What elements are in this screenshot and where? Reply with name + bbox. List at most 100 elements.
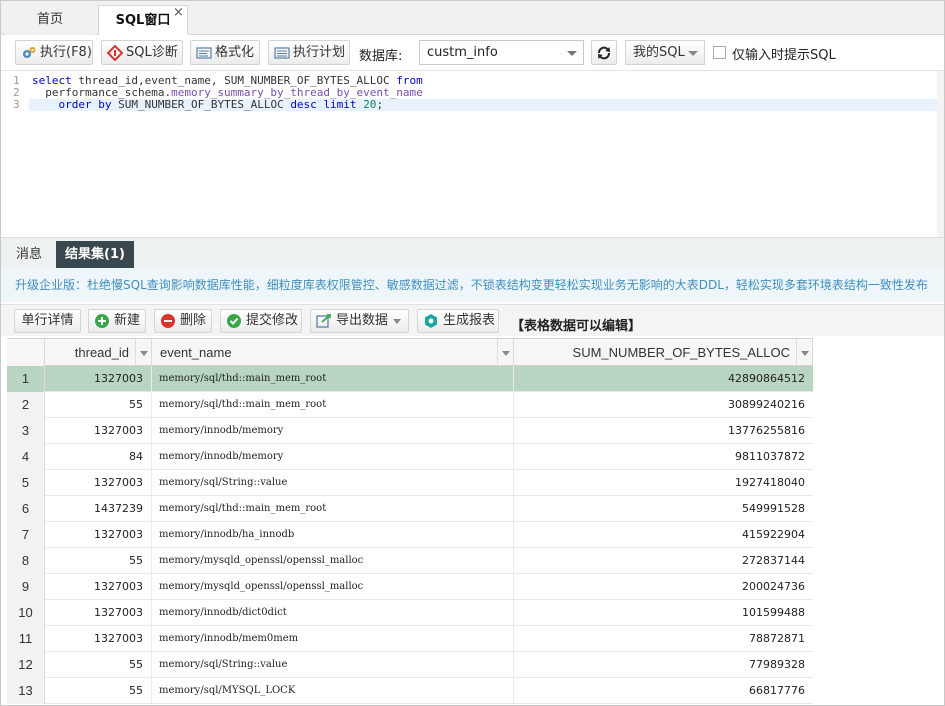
- submit-changes-button[interactable]: 提交修改: [220, 309, 302, 333]
- cell-sum-bytes[interactable]: 13776255816: [514, 418, 813, 444]
- cell-sum-bytes[interactable]: 77989328: [514, 652, 813, 678]
- table-row[interactable]: 6 1437239 memory/sql/thd::main_mem_root 549…: [7, 496, 813, 522]
- cell-thread-id[interactable]: 55: [45, 678, 152, 704]
- sql-editor[interactable]: 1 2 3 select thread_id,event_name, SUM_N…: [1, 70, 944, 237]
- cell-sum-bytes[interactable]: 101599488: [514, 600, 813, 626]
- cell-sum-bytes[interactable]: 415922904: [514, 522, 813, 548]
- line-number: 3: [13, 98, 20, 111]
- result-grid: thread_id event_name SUM_NUMBER_OF_BYTES…: [7, 338, 944, 705]
- cell-thread-id[interactable]: 1327003: [45, 418, 152, 444]
- table-row[interactable]: 3 1327003 memory/innodb/memory 13776255816: [7, 418, 813, 444]
- cell-thread-id[interactable]: 1327003: [45, 522, 152, 548]
- delete-row-button[interactable]: 删除: [154, 309, 212, 333]
- cell-sum-bytes[interactable]: 1927418040: [514, 470, 813, 496]
- tab-resultset[interactable]: 结果集(1): [56, 241, 134, 269]
- row-detail-button[interactable]: 单行详情: [14, 309, 81, 333]
- hint-only-label: 仅输入时提示SQL: [732, 48, 836, 63]
- column-header-label: SUM_NUMBER_OF_BYTES_ALLOC: [572, 345, 790, 360]
- chevron-down-icon: [688, 51, 698, 56]
- cell-sum-bytes[interactable]: 549991528: [514, 496, 813, 522]
- table-row[interactable]: 13 55 memory/sql/MYSQL_LOCK 66817776: [7, 678, 813, 704]
- sql-diagnose-button[interactable]: SQL诊断: [101, 40, 183, 65]
- cell-thread-id[interactable]: 55: [45, 652, 152, 678]
- cell-thread-id[interactable]: 1327003: [45, 600, 152, 626]
- table-row[interactable]: 5 1327003 memory/sql/String::value 19274180…: [7, 470, 813, 496]
- cell-event-name[interactable]: memory/innodb/memory: [152, 444, 514, 470]
- tab-home[interactable]: 首页: [5, 5, 95, 35]
- cell-event-name[interactable]: memory/innodb/mem0mem: [152, 626, 514, 652]
- my-sql-dropdown[interactable]: 我的SQL: [625, 40, 705, 65]
- cell-sum-bytes[interactable]: 66817776: [514, 678, 813, 704]
- cell-event-name[interactable]: memory/sql/MYSQL_LOCK: [152, 678, 514, 704]
- cell-thread-id[interactable]: 84: [45, 444, 152, 470]
- cell-event-name[interactable]: memory/mysqld_openssl/openssl_malloc: [152, 548, 514, 574]
- cell-event-name[interactable]: memory/innodb/dict0dict: [152, 600, 514, 626]
- cell-thread-id[interactable]: 1327003: [45, 626, 152, 652]
- submit-changes-label: 提交修改: [246, 313, 299, 328]
- database-select[interactable]: custm_info: [419, 40, 584, 65]
- cell-sum-bytes[interactable]: 9811037872: [514, 444, 813, 470]
- line-number-gutter: 1 2 3: [1, 71, 29, 237]
- cell-event-name[interactable]: memory/mysqld_openssl/openssl_malloc: [152, 574, 514, 600]
- row-number: 12: [7, 652, 45, 678]
- execute-button[interactable]: 执行(F8): [15, 40, 93, 65]
- column-menu-icon[interactable]: [497, 339, 513, 366]
- table-row[interactable]: 10 1327003 memory/innodb/dict0dict 10159948…: [7, 600, 813, 626]
- database-label: 数据库:: [359, 49, 403, 64]
- grid-header: thread_id event_name SUM_NUMBER_OF_BYTES…: [7, 338, 813, 366]
- cell-event-name[interactable]: memory/sql/String::value: [152, 652, 514, 678]
- column-header-event-name[interactable]: event_name: [152, 339, 514, 366]
- cell-thread-id[interactable]: 55: [45, 392, 152, 418]
- format-label: 格式化: [215, 45, 255, 60]
- execution-plan-button[interactable]: 执行计划: [268, 40, 350, 65]
- cell-thread-id[interactable]: 1327003: [45, 366, 152, 392]
- cell-thread-id[interactable]: 1327003: [45, 470, 152, 496]
- table-row[interactable]: 4 84 memory/innodb/memory 9811037872: [7, 444, 813, 470]
- table-row[interactable]: 9 1327003 memory/mysqld_openssl/openssl_ma…: [7, 574, 813, 600]
- export-icon: [316, 314, 331, 328]
- execution-plan-label: 执行计划: [293, 45, 346, 60]
- upgrade-promo-banner[interactable]: 升级企业版：杜绝慢SQL查询影响数据库性能，细粒度库表权限管控、敏感数据过滤，不…: [1, 268, 944, 302]
- new-row-button[interactable]: 新建: [88, 309, 146, 333]
- cell-thread-id[interactable]: 55: [45, 548, 152, 574]
- cell-event-name[interactable]: memory/innodb/ha_innodb: [152, 522, 514, 548]
- format-button[interactable]: 格式化: [190, 40, 260, 65]
- cell-thread-id[interactable]: 1327003: [45, 574, 152, 600]
- table-row[interactable]: 1 1327003 memory/sql/thd::main_mem_root 428…: [7, 366, 813, 392]
- chevron-down-icon: [393, 319, 401, 324]
- cell-sum-bytes[interactable]: 30899240216: [514, 392, 813, 418]
- cell-sum-bytes[interactable]: 42890864512: [514, 366, 813, 392]
- tab-messages[interactable]: 消息: [9, 241, 49, 269]
- column-header-label: thread_id: [74, 345, 129, 360]
- table-row[interactable]: 7 1327003 memory/innodb/ha_innodb 415922904: [7, 522, 813, 548]
- hint-only-checkbox[interactable]: [713, 46, 726, 59]
- column-menu-icon[interactable]: [796, 339, 812, 366]
- cell-event-name[interactable]: memory/sql/thd::main_mem_root: [152, 366, 514, 392]
- gears-icon: [23, 47, 36, 58]
- export-data-button[interactable]: 导出数据: [310, 309, 409, 333]
- cell-thread-id[interactable]: 1437239: [45, 496, 152, 522]
- row-number-header: [7, 339, 45, 366]
- cell-event-name[interactable]: memory/sql/thd::main_mem_root: [152, 496, 514, 522]
- column-menu-icon[interactable]: [135, 339, 151, 366]
- column-header-thread-id[interactable]: thread_id: [45, 339, 152, 366]
- table-row[interactable]: 2 55 memory/sql/thd::main_mem_root 30899240…: [7, 392, 813, 418]
- generate-report-button[interactable]: 生成报表: [417, 309, 499, 333]
- report-icon: [425, 314, 437, 328]
- cell-event-name[interactable]: memory/innodb/memory: [152, 418, 514, 444]
- plan-icon: [274, 47, 290, 59]
- column-header-sum-bytes[interactable]: SUM_NUMBER_OF_BYTES_ALLOC: [514, 339, 813, 366]
- refresh-button[interactable]: [591, 40, 617, 65]
- cell-event-name[interactable]: memory/sql/thd::main_mem_root: [152, 392, 514, 418]
- table-row[interactable]: 11 1327003 memory/innodb/mem0mem 78872871: [7, 626, 813, 652]
- row-number: 11: [7, 626, 45, 652]
- close-tab-icon[interactable]: ×: [173, 5, 184, 21]
- cell-event-name[interactable]: memory/sql/String::value: [152, 470, 514, 496]
- cell-sum-bytes[interactable]: 78872871: [514, 626, 813, 652]
- row-number: 13: [7, 678, 45, 704]
- table-row[interactable]: 8 55 memory/mysqld_openssl/openssl_malloc 2…: [7, 548, 813, 574]
- cell-sum-bytes[interactable]: 200024736: [514, 574, 813, 600]
- cell-sum-bytes[interactable]: 272837144: [514, 548, 813, 574]
- table-row[interactable]: 12 55 memory/sql/String::value 77989328: [7, 652, 813, 678]
- editor-scrollbar[interactable]: [937, 71, 944, 237]
